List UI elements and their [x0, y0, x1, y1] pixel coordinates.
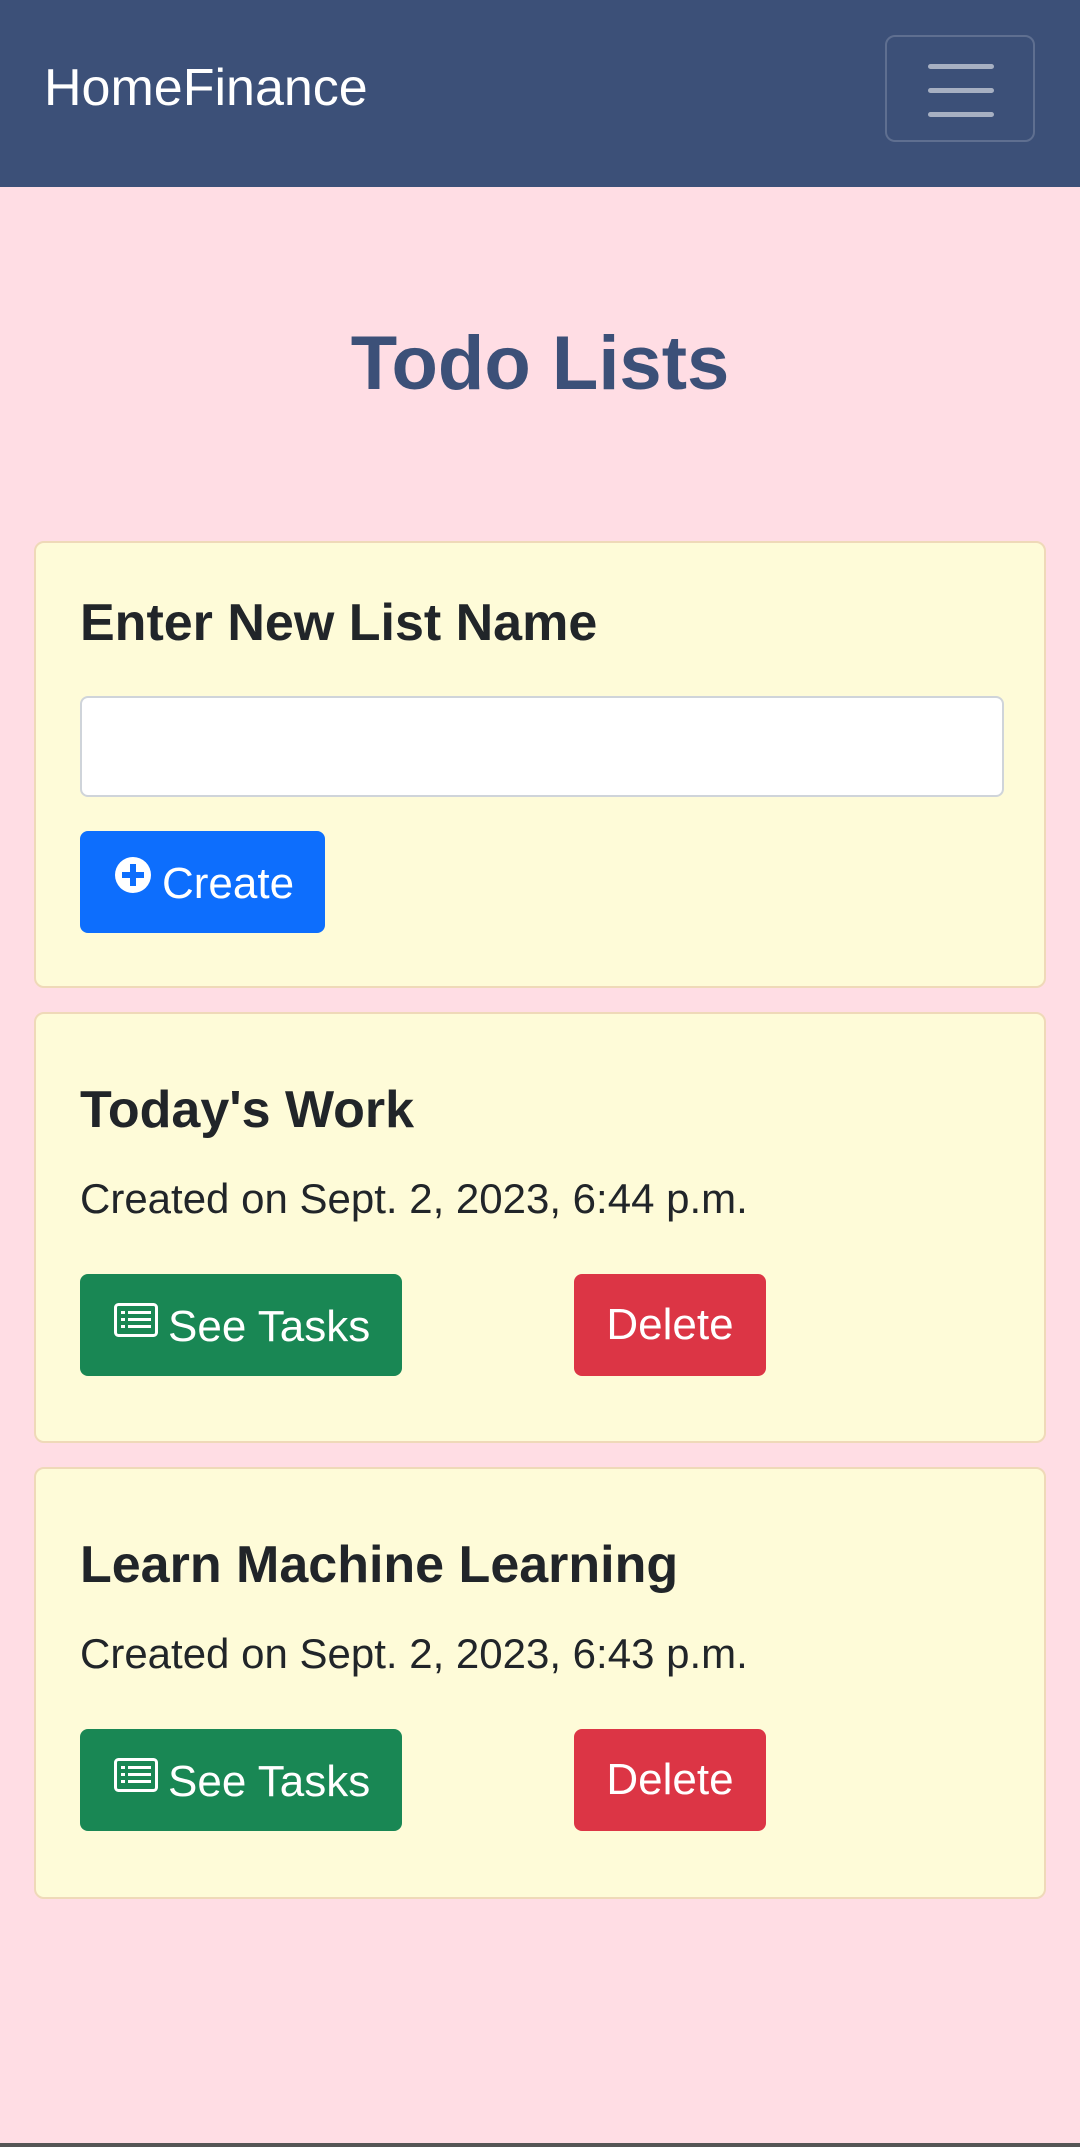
bottom-divider	[0, 2143, 1080, 2147]
new-list-card: Enter New List Name Create	[34, 541, 1046, 988]
see-tasks-label: See Tasks	[168, 1757, 371, 1807]
list-name: Learn Machine Learning	[80, 1536, 679, 1594]
list-created-date: Created on Sept. 2, 2023, 6:43 p.m.	[80, 1630, 748, 1677]
list-card: Learn Machine Learning Created on Sept. …	[34, 1467, 1046, 1899]
delete-button[interactable]: Delete	[574, 1729, 766, 1831]
new-list-heading: Enter New List Name	[80, 594, 598, 652]
list-name: Today's Work	[80, 1081, 415, 1139]
list-name-input[interactable]	[80, 696, 1004, 797]
brand-link[interactable]: HomeFinance	[44, 58, 368, 118]
see-tasks-label: See Tasks	[168, 1302, 371, 1352]
navbar: HomeFinance	[0, 0, 1080, 187]
list-card: Today's Work Created on Sept. 2, 2023, 6…	[34, 1012, 1046, 1443]
see-tasks-button[interactable]: See Tasks	[80, 1729, 402, 1831]
list-created-date: Created on Sept. 2, 2023, 6:44 p.m.	[80, 1175, 748, 1222]
create-button[interactable]: Create	[80, 831, 325, 933]
see-tasks-button[interactable]: See Tasks	[80, 1274, 402, 1376]
list-icon	[114, 1727, 158, 1829]
list-icon	[114, 1272, 158, 1374]
create-button-label: Create	[162, 859, 295, 909]
delete-button[interactable]: Delete	[574, 1274, 766, 1376]
page-title: Todo Lists	[350, 321, 730, 406]
plus-circle-icon	[114, 829, 152, 931]
navbar-toggle-button[interactable]	[885, 35, 1035, 142]
